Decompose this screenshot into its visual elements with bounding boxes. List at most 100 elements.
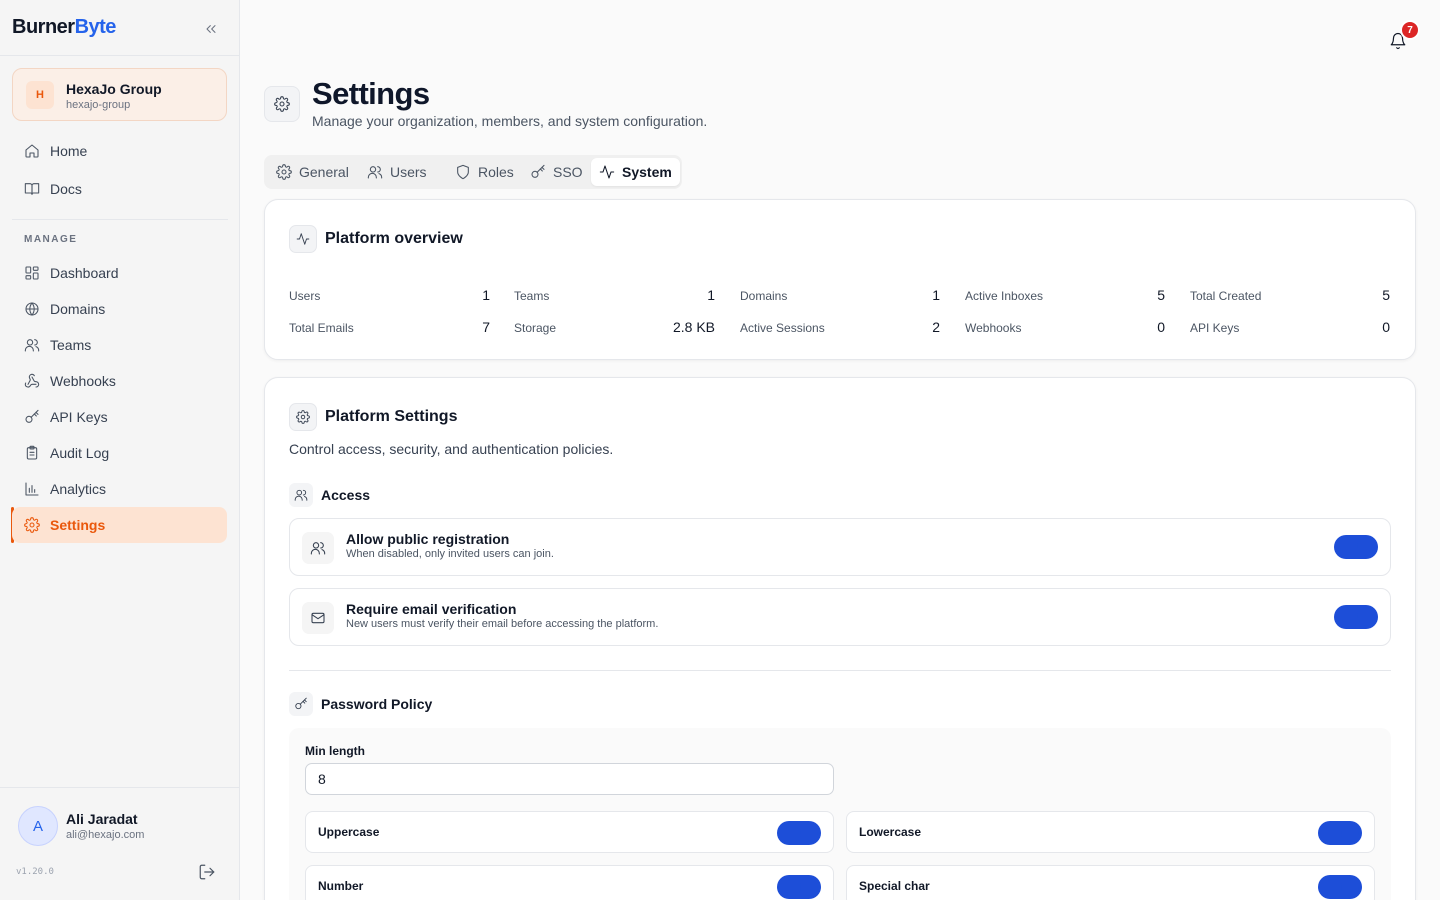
nav-item-label: Settings	[50, 517, 106, 533]
logout-icon	[199, 864, 215, 880]
app-version: v1.20.0	[16, 867, 54, 877]
logout-button[interactable]	[198, 863, 216, 881]
chevrons-left-icon	[206, 25, 216, 33]
nav-item-teams[interactable]: Teams	[12, 327, 227, 363]
stat-value: 5	[1382, 287, 1390, 303]
email-verification-toggle[interactable]	[1334, 605, 1378, 629]
stat-value: 1	[707, 287, 715, 303]
nav-item-label: Dashboard	[50, 265, 119, 281]
nav-item-label: Audit Log	[50, 445, 110, 461]
card-title: Platform Settings	[325, 408, 458, 425]
setting-description: New users must verify their email before…	[346, 618, 659, 630]
lowercase-toggle[interactable]	[1318, 821, 1362, 845]
stat-label: Webhooks	[965, 321, 1022, 335]
stat-value: 0	[1157, 319, 1165, 335]
tab-roles[interactable]: Roles	[447, 158, 522, 186]
stat-label: Total Emails	[289, 321, 354, 335]
nav-item-api-keys[interactable]: API Keys	[12, 399, 227, 435]
platform-overview-card: Platform overview Users 1 Teams 1 Domain…	[264, 199, 1416, 360]
setting-title: Allow public registration	[346, 531, 510, 547]
tab-users[interactable]: Users	[359, 158, 435, 186]
setting-description: When disabled, only invited users can jo…	[346, 548, 554, 560]
key-icon	[289, 692, 313, 716]
platform-settings-card: Platform Settings Control access, securi…	[264, 377, 1416, 900]
org-slug: hexajo-group	[66, 99, 131, 111]
globe-icon	[24, 301, 40, 317]
collapse-sidebar-button[interactable]	[200, 18, 222, 40]
rule-label: Special char	[859, 879, 930, 893]
home-icon	[24, 143, 40, 159]
tab-label: System	[622, 164, 672, 180]
public-registration-toggle[interactable]	[1334, 535, 1378, 559]
card-description: Control access, security, and authentica…	[289, 441, 614, 457]
org-switcher[interactable]: H HexaJo Group hexajo-group	[12, 68, 227, 121]
stat-label: Total Created	[1190, 289, 1262, 303]
brand-logo[interactable]: BurnerByte	[12, 16, 116, 39]
nav-item-audit-log[interactable]: Audit Log	[12, 435, 227, 471]
setting-public-registration: Allow public registration When disabled,…	[289, 518, 1391, 576]
section-title-access: Access	[321, 487, 371, 503]
stat-value: 2	[932, 319, 940, 335]
nav-item-domains[interactable]: Domains	[12, 291, 227, 327]
number-toggle[interactable]	[777, 875, 821, 899]
sidebar: BurnerByte H HexaJo Group hexajo-group H…	[0, 0, 240, 900]
tab-system[interactable]: System	[591, 158, 680, 186]
org-avatar: H	[26, 81, 54, 109]
rule-lowercase: Lowercase	[846, 811, 1375, 853]
stat-label: Storage	[514, 321, 557, 335]
nav-item-settings[interactable]: Settings	[12, 507, 227, 543]
stat-value: 5	[1157, 287, 1165, 303]
stat-label: Users	[289, 289, 321, 303]
nav-item-label: Home	[50, 143, 88, 159]
nav-item-label: Analytics	[50, 481, 107, 497]
nav-item-label: API Keys	[50, 409, 108, 425]
nav-item-label: Webhooks	[50, 373, 116, 389]
nav-item-dashboard[interactable]: Dashboard	[12, 255, 227, 291]
users-icon	[367, 164, 383, 180]
user-email: ali@hexajo.com	[66, 829, 145, 841]
nav-item-home[interactable]: Home	[12, 133, 227, 169]
stat-label: Teams	[514, 289, 550, 303]
divider	[0, 55, 239, 56]
mail-icon	[302, 602, 334, 634]
nav-item-docs[interactable]: Docs	[12, 171, 227, 207]
nav-item-analytics[interactable]: Analytics	[12, 471, 227, 507]
nav-item-webhooks[interactable]: Webhooks	[12, 363, 227, 399]
users-icon	[302, 532, 334, 564]
shield-icon	[455, 164, 471, 180]
notification-count-badge: 7	[1400, 20, 1420, 40]
rule-label: Number	[318, 879, 364, 893]
page-title: Settings	[312, 76, 430, 111]
webhook-icon	[24, 373, 40, 389]
setting-email-verification: Require email verification New users mus…	[289, 588, 1391, 646]
min-length-input[interactable]	[305, 763, 834, 795]
min-length-label: Min length	[305, 744, 365, 758]
rule-label: Uppercase	[318, 825, 380, 839]
divider	[12, 219, 228, 220]
special-char-toggle[interactable]	[1318, 875, 1362, 899]
stat-value: 2.8 KB	[672, 319, 715, 335]
org-name: HexaJo Group	[66, 81, 162, 97]
bar-chart-icon	[24, 481, 40, 497]
page-settings-icon	[264, 86, 300, 122]
tab-sso[interactable]: SSO	[522, 158, 591, 186]
activity-icon	[599, 164, 615, 180]
rule-number: Number	[305, 865, 834, 900]
divider	[0, 787, 239, 788]
gear-icon	[276, 164, 292, 180]
key-icon	[530, 164, 546, 180]
nav-item-label: Teams	[50, 337, 92, 353]
nav-item-label: Docs	[50, 181, 82, 197]
tab-general[interactable]: General	[268, 158, 357, 186]
rule-label: Lowercase	[859, 825, 922, 839]
avatar[interactable]: A	[18, 806, 58, 846]
tab-label: SSO	[553, 164, 583, 180]
stat-value: 0	[1382, 319, 1390, 335]
user-name: Ali Jaradat	[66, 811, 138, 827]
uppercase-toggle[interactable]	[777, 821, 821, 845]
stat-label: Active Sessions	[740, 321, 825, 335]
setting-title: Require email verification	[346, 601, 517, 617]
brand-name-part1: Burner	[12, 16, 75, 38]
rule-uppercase: Uppercase	[305, 811, 834, 853]
dashboard-icon	[24, 265, 40, 281]
